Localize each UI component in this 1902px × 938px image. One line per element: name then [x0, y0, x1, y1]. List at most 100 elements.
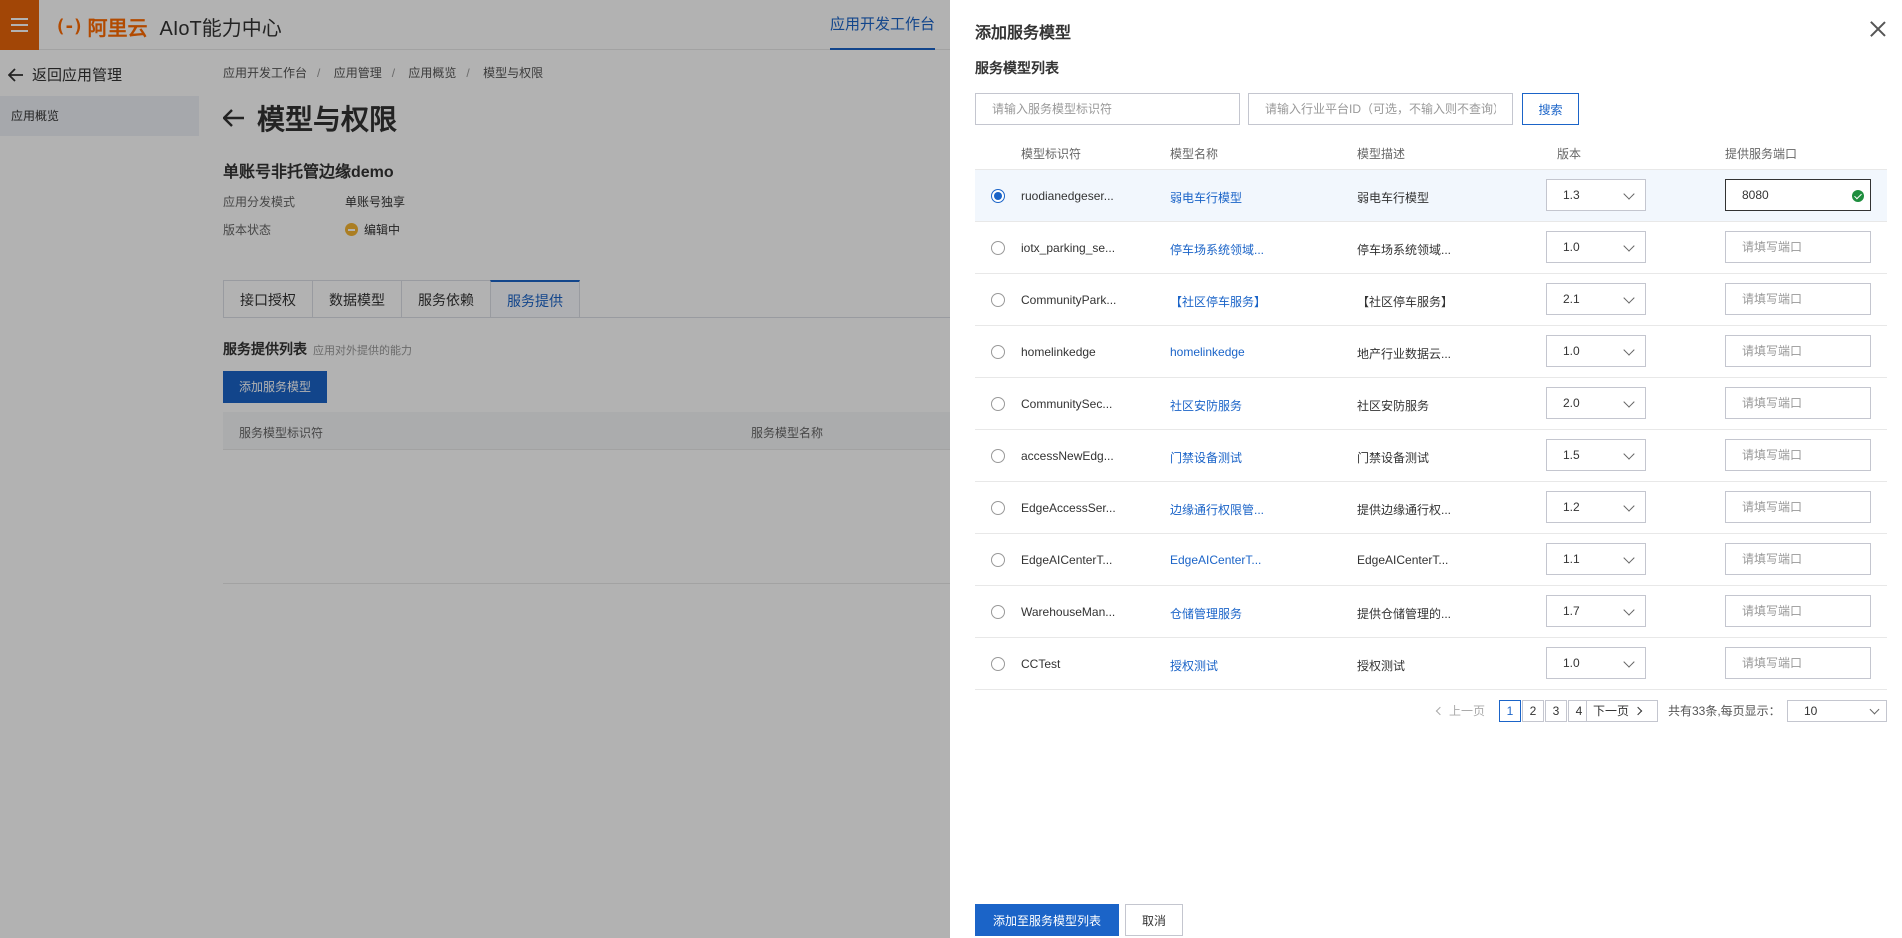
model-desc: 地产行业数据云... [1357, 347, 1452, 361]
model-id: accessNewEdg... [1021, 449, 1114, 463]
service-port-input[interactable] [1725, 335, 1871, 367]
check-circle-icon [1852, 190, 1864, 202]
pagination-page-2[interactable]: 2 [1522, 700, 1544, 722]
table-row[interactable]: CommunitySec... 社区安防服务 社区安防服务 2.0 [975, 378, 1887, 430]
chevron-down-icon [1623, 656, 1635, 668]
row-radio[interactable] [991, 293, 1005, 307]
model-desc: 停车场系统领域... [1357, 243, 1452, 257]
chevron-left-icon [1435, 706, 1445, 716]
service-port-input[interactable] [1725, 179, 1871, 211]
model-desc: 弱电车行模型 [1357, 191, 1430, 205]
model-id-search-input[interactable] [975, 93, 1240, 125]
model-desc: 门禁设备测试 [1357, 451, 1430, 465]
page-size-select[interactable]: 10 [1787, 700, 1887, 722]
table-row[interactable]: accessNewEdg... 门禁设备测试 门禁设备测试 1.5 [975, 430, 1887, 482]
version-select[interactable]: 1.2 [1546, 491, 1646, 523]
service-port-input[interactable] [1725, 543, 1871, 575]
pagination-prev-label: 上一页 [1449, 704, 1486, 718]
industry-platform-id-input[interactable] [1248, 93, 1513, 125]
service-port-input[interactable] [1725, 595, 1871, 627]
version-select[interactable]: 1.0 [1546, 335, 1646, 367]
table-row[interactable]: EdgeAccessSer... 边缘通行权限管... 提供边缘通行权... 1.2 [975, 482, 1887, 534]
version-value: 1.0 [1563, 240, 1580, 254]
column-header: 提供服务端口 [1725, 147, 1798, 161]
model-name-link[interactable]: 社区安防服务 [1170, 397, 1242, 414]
table-row[interactable]: WarehouseMan... 仓储管理服务 提供仓储管理的... 1.7 [975, 586, 1887, 638]
service-port-input[interactable] [1725, 231, 1871, 263]
pagination-page-1[interactable]: 1 [1499, 700, 1521, 722]
model-id: CCTest [1021, 657, 1061, 671]
chevron-down-icon [1623, 396, 1635, 408]
version-value: 1.1 [1563, 552, 1580, 566]
row-radio[interactable] [991, 397, 1005, 411]
model-id: EdgeAccessSer... [1021, 501, 1116, 515]
search-button[interactable]: 搜索 [1522, 93, 1579, 125]
chevron-down-icon [1623, 604, 1635, 616]
table-row[interactable]: iotx_parking_se... 停车场系统领域... 停车场系统领域... 1.… [975, 222, 1887, 274]
chevron-down-icon [1623, 292, 1635, 304]
model-name-link[interactable]: 仓储管理服务 [1170, 605, 1242, 622]
chevron-down-icon [1869, 704, 1880, 715]
table-row[interactable]: CCTest 授权测试 授权测试 1.0 [975, 638, 1887, 690]
version-value: 1.2 [1563, 500, 1580, 514]
model-id: CommunityPark... [1021, 293, 1117, 307]
pagination-prev[interactable]: 上一页 [1435, 700, 1486, 722]
service-port-input[interactable] [1725, 647, 1871, 679]
model-table: 模型标识符 模型名称 模型描述 版本 提供服务端口 ruodianedgeser… [975, 133, 1887, 690]
version-select[interactable]: 2.1 [1546, 283, 1646, 315]
model-name-link[interactable]: 门禁设备测试 [1170, 449, 1242, 466]
column-header: 版本 [1557, 147, 1582, 161]
model-name-link[interactable]: EdgeAICenterT... [1170, 553, 1261, 567]
model-name-link[interactable]: homelinkedge [1170, 345, 1245, 359]
service-port-input[interactable] [1725, 283, 1871, 315]
model-name-link[interactable]: 边缘通行权限管... [1170, 501, 1264, 518]
version-select[interactable]: 1.1 [1546, 543, 1646, 575]
row-radio[interactable] [991, 553, 1005, 567]
close-icon[interactable] [1868, 19, 1888, 39]
row-radio[interactable] [991, 605, 1005, 619]
row-radio[interactable] [991, 345, 1005, 359]
version-select[interactable]: 1.5 [1546, 439, 1646, 471]
add-to-model-list-button[interactable]: 添加至服务模型列表 [975, 904, 1120, 936]
version-select[interactable]: 1.3 [1546, 179, 1646, 211]
model-name-link[interactable]: 授权测试 [1170, 657, 1218, 674]
version-value: 1.7 [1563, 604, 1580, 618]
service-port-input[interactable] [1725, 439, 1871, 471]
version-value: 1.3 [1563, 188, 1580, 202]
service-port-input[interactable] [1725, 491, 1871, 523]
table-row[interactable]: homelinkedge homelinkedge 地产行业数据云... 1.0 [975, 326, 1887, 378]
model-name-link[interactable]: 弱电车行模型 [1170, 189, 1242, 206]
chevron-down-icon [1623, 188, 1635, 200]
table-row[interactable]: EdgeAICenterT... EdgeAICenterT... EdgeAICe… [975, 534, 1887, 586]
row-radio[interactable] [991, 189, 1005, 203]
table-row[interactable]: CommunityPark... 【社区停车服务】 【社区停车服务】 2.1 [975, 274, 1887, 326]
model-desc: 社区安防服务 [1357, 399, 1430, 413]
row-radio[interactable] [991, 241, 1005, 255]
table-row[interactable]: ruodianedgeser... 弱电车行模型 弱电车行模型 1.3 [975, 170, 1887, 222]
model-name-link[interactable]: 停车场系统领域... [1170, 241, 1264, 258]
cancel-button[interactable]: 取消 [1125, 904, 1183, 936]
row-radio[interactable] [991, 501, 1005, 515]
model-id: ruodianedgeser... [1021, 189, 1114, 203]
version-select[interactable]: 2.0 [1546, 387, 1646, 419]
drawer-title: 添加服务模型 [975, 25, 1072, 42]
column-header: 模型标识符 [1021, 147, 1082, 161]
pagination-next[interactable]: 下一页 [1586, 700, 1658, 722]
version-select[interactable]: 1.0 [1546, 231, 1646, 263]
version-select[interactable]: 1.0 [1546, 647, 1646, 679]
version-value: 1.5 [1563, 448, 1580, 462]
model-name-link[interactable]: 【社区停车服务】 [1170, 293, 1266, 310]
chevron-down-icon [1623, 448, 1635, 460]
model-desc: EdgeAICenterT... [1357, 553, 1449, 567]
column-header: 模型描述 [1357, 147, 1406, 161]
version-value: 2.0 [1563, 396, 1580, 410]
pagination-page-3[interactable]: 3 [1545, 700, 1567, 722]
model-id: CommunitySec... [1021, 397, 1113, 411]
version-select[interactable]: 1.7 [1546, 595, 1646, 627]
row-radio[interactable] [991, 657, 1005, 671]
service-port-input[interactable] [1725, 387, 1871, 419]
row-radio[interactable] [991, 449, 1005, 463]
model-id: EdgeAICenterT... [1021, 553, 1113, 567]
chevron-down-icon [1623, 500, 1635, 512]
chevron-right-icon [1633, 706, 1643, 716]
